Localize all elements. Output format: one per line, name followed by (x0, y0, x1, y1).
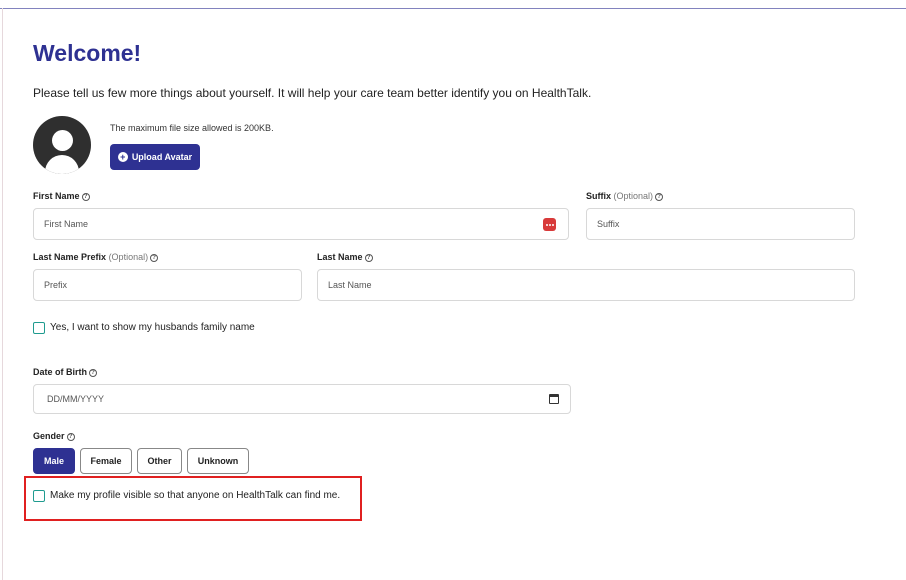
top-divider (0, 8, 906, 9)
last-name-placeholder: Last Name (328, 280, 372, 290)
file-size-note: The maximum file size allowed is 200KB. (110, 123, 274, 133)
page-title: Welcome! (33, 40, 142, 66)
help-icon[interactable]: ? (655, 192, 664, 201)
date-of-birth-input[interactable]: DD/MM/YYYY (33, 384, 571, 414)
password-manager-dots-icon[interactable] (543, 218, 556, 231)
gender-male-button[interactable]: Male (33, 448, 75, 474)
gender-label: Gender? (33, 431, 75, 441)
help-icon[interactable]: ? (89, 368, 97, 377)
help-icon[interactable]: ? (150, 253, 159, 262)
first-name-label: First Name? (33, 191, 90, 201)
calendar-icon[interactable] (549, 394, 559, 404)
help-icon[interactable]: ? (66, 432, 75, 441)
husband-family-name-label[interactable]: Yes, I want to show my husbands family n… (50, 322, 255, 333)
husband-family-name-checkbox[interactable] (33, 322, 45, 334)
plus-circle-icon: + (117, 152, 128, 162)
prefix-placeholder: Prefix (44, 280, 68, 290)
first-name-placeholder: First Name (44, 219, 89, 229)
help-icon[interactable]: ? (364, 253, 373, 262)
avatar-placeholder-icon (33, 116, 91, 174)
first-name-input[interactable]: First Name (33, 208, 569, 240)
gender-unknown-button[interactable]: Unknown (187, 448, 249, 474)
suffix-input[interactable]: Suffix (586, 208, 855, 240)
suffix-placeholder: Suffix (597, 219, 620, 229)
intro-text: Please tell us few more things about you… (33, 86, 592, 100)
profile-visible-label[interactable]: Make my profile visible so that anyone o… (50, 490, 340, 501)
upload-avatar-button[interactable]: + Upload Avatar (110, 144, 200, 170)
last-name-prefix-label: Last Name Prefix (Optional)? (33, 252, 159, 262)
profile-visible-checkbox[interactable] (33, 490, 45, 502)
last-name-prefix-input[interactable]: Prefix (33, 269, 302, 301)
last-name-label: Last Name? (317, 252, 373, 262)
suffix-label: Suffix (Optional)? (586, 191, 664, 201)
date-of-birth-placeholder: DD/MM/YYYY (47, 394, 105, 404)
upload-avatar-label: Upload Avatar (131, 152, 193, 162)
gender-female-button[interactable]: Female (80, 448, 132, 474)
gender-other-button[interactable]: Other (137, 448, 182, 474)
help-icon[interactable]: ? (81, 192, 90, 201)
left-divider (2, 8, 3, 580)
date-of-birth-label: Date of Birth? (33, 367, 97, 377)
last-name-input[interactable]: Last Name (317, 269, 855, 301)
